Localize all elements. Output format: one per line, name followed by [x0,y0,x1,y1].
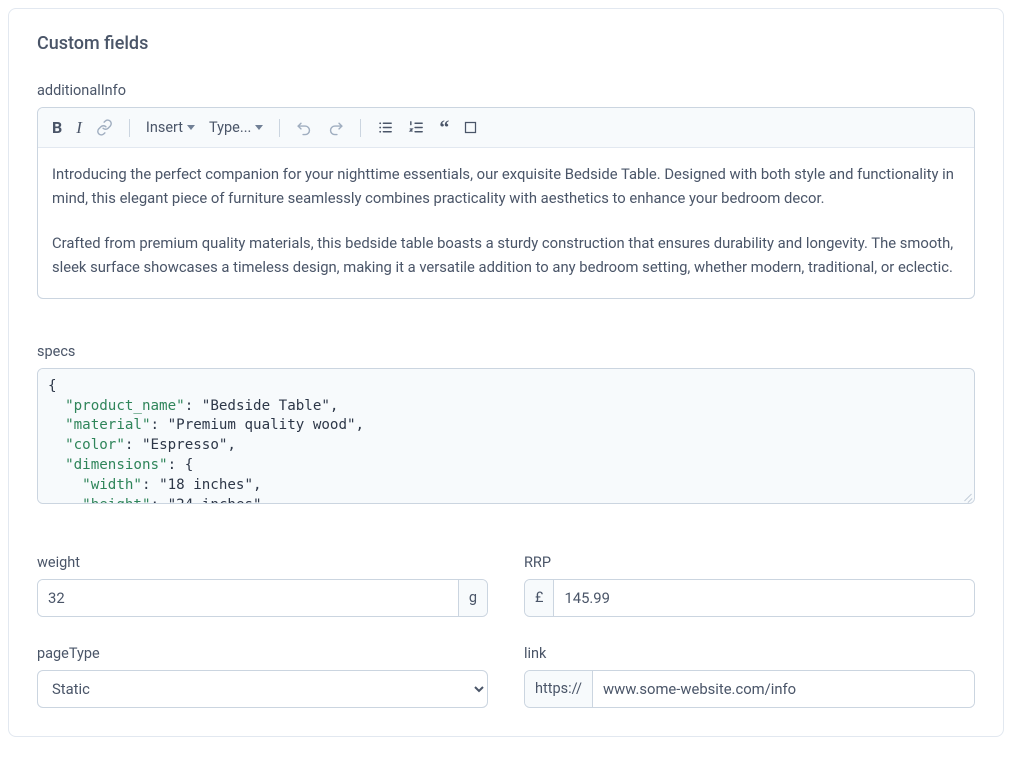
link-input[interactable] [593,671,974,707]
fullscreen-button[interactable] [463,120,478,135]
numbered-list-button[interactable] [408,119,425,136]
rrp-currency-addon: £ [525,580,554,616]
insert-dropdown[interactable]: Insert [146,119,195,136]
italic-button[interactable]: I [76,118,82,138]
link-button[interactable] [96,119,113,136]
rrp-input[interactable] [554,580,974,616]
blockquote-button[interactable]: “ [439,123,449,133]
specs-code-content: { "product_name": "Bedside Table", "mate… [48,377,964,504]
undo-button[interactable] [296,119,313,136]
rrp-label: RRP [524,554,975,571]
type-dropdown[interactable]: Type... [209,119,263,136]
weight-unit-addon: g [458,580,487,616]
paragraph-2: Crafted from premium quality materials, … [52,231,960,280]
link-input-group: https:// [524,670,975,708]
weight-input-group: g [37,579,488,617]
pagetype-select[interactable]: Static [37,670,488,708]
editor-content[interactable]: Introducing the perfect companion for yo… [38,148,974,298]
pagetype-label: pageType [37,645,488,662]
weight-input[interactable] [38,580,458,616]
specs-code-editor[interactable]: { "product_name": "Bedside Table", "mate… [37,368,975,504]
link-prefix-addon: https:// [525,671,593,707]
panel-title: Custom fields [37,33,975,54]
additional-info-editor: B I Insert Type... “ [37,107,975,299]
redo-button[interactable] [327,119,344,136]
bold-button[interactable]: B [52,118,62,137]
specs-label: specs [37,343,975,360]
editor-toolbar: B I Insert Type... “ [38,108,974,148]
link-label: link [524,645,975,662]
custom-fields-panel: Custom fields additionalInfo B I Insert … [8,8,1004,737]
rrp-input-group: £ [524,579,975,617]
bullet-list-button[interactable] [377,119,394,136]
paragraph-1: Introducing the perfect companion for yo… [52,162,960,211]
resize-handle-icon[interactable] [962,491,972,501]
weight-label: weight [37,554,488,571]
additional-info-label: additionalInfo [37,82,975,99]
